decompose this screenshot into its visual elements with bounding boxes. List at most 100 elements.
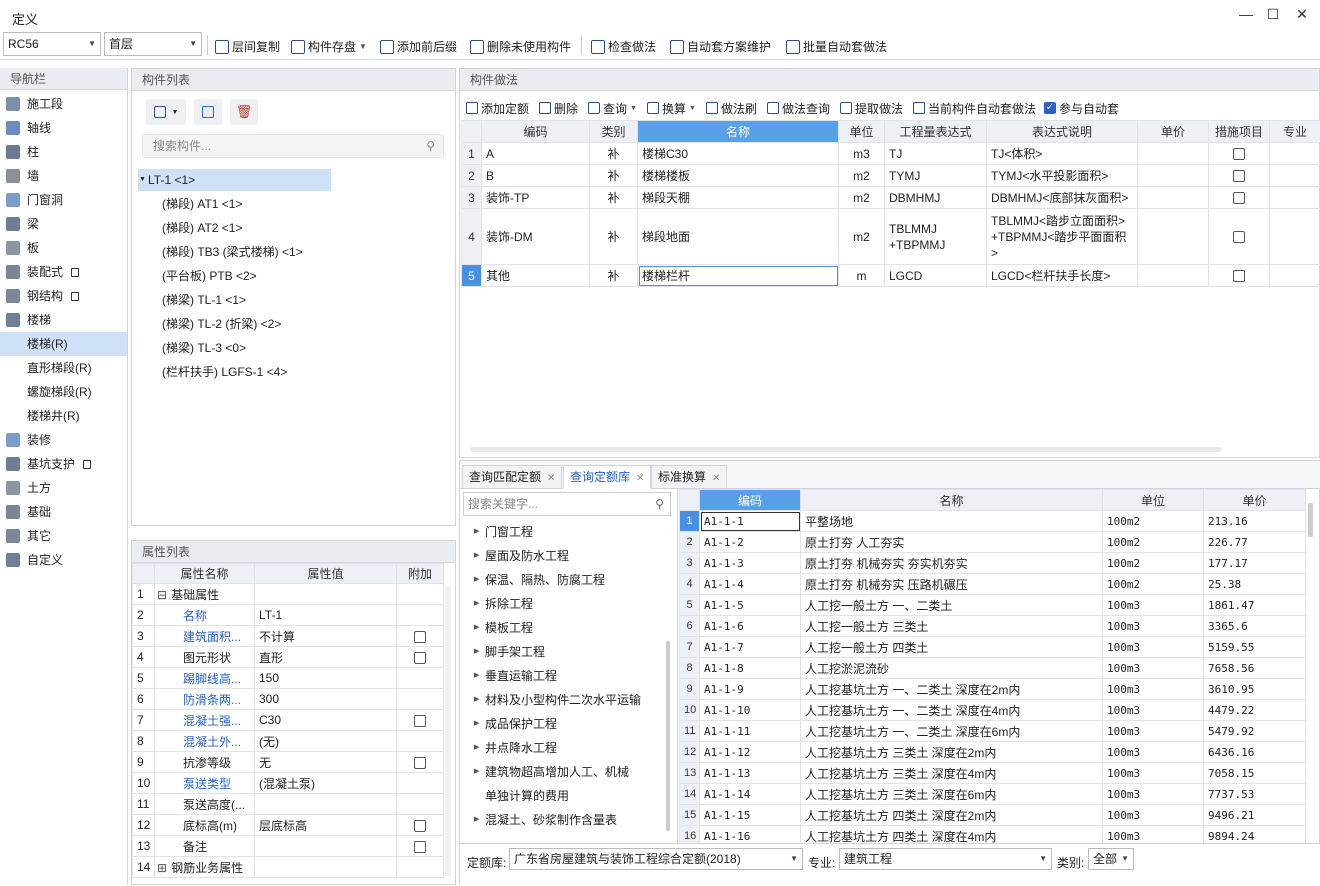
property-scrollbar[interactable] xyxy=(445,586,451,876)
quota-category[interactable]: ▶屋面及防水工程 xyxy=(460,544,674,568)
method-cell-code[interactable]: 其他 xyxy=(482,265,590,287)
quota-row[interactable]: 8A1-1-8人工挖淤泥流砂100m37658.56 xyxy=(680,658,1306,679)
quota-cell-price[interactable]: 1861.47 xyxy=(1204,595,1306,616)
tree-node[interactable]: (栏杆扶手) LGFS-1 <4> xyxy=(162,361,287,383)
method-cell-type[interactable]: 补 xyxy=(590,165,638,187)
spec-select[interactable]: RC56▼ xyxy=(3,32,101,56)
quota-cell-code[interactable]: A1-1-14 xyxy=(700,784,801,805)
checkbox[interactable] xyxy=(414,631,426,643)
tree-node[interactable]: (梯段) AT1 <1> xyxy=(162,193,242,215)
nav-item[interactable]: 门窗洞 xyxy=(0,188,127,212)
delete-component-button[interactable]: 🗑 xyxy=(230,99,258,125)
property-value[interactable]: (混凝土泵) xyxy=(255,773,397,794)
quota-cell-name[interactable]: 原土打夯 机械夯实 压路机碾压 xyxy=(801,574,1103,595)
close-button[interactable]: ✕ xyxy=(1292,6,1312,23)
nav-item[interactable]: 钢结构 xyxy=(0,284,127,308)
quota-cell-price[interactable]: 9496.21 xyxy=(1204,805,1306,826)
property-value[interactable]: 无 xyxy=(255,752,397,773)
quota-cell-unit[interactable]: 100m3 xyxy=(1103,784,1204,805)
quota-cell-code[interactable]: A1-1-2 xyxy=(700,532,801,553)
property-value[interactable]: (无) xyxy=(255,731,397,752)
extract-method-button[interactable]: 提取做法 xyxy=(840,100,903,117)
quota-category[interactable]: ▶拆除工程 xyxy=(460,592,674,616)
nav-item[interactable]: 装修 xyxy=(0,428,127,452)
method-cell-code[interactable]: B xyxy=(482,165,590,187)
method-hscrollbar[interactable] xyxy=(470,447,1222,452)
checkbox[interactable] xyxy=(1233,192,1245,204)
quota-row[interactable]: 13A1-1-13人工挖基坑土方 三类土 深度在4m内100m37058.15 xyxy=(680,763,1306,784)
nav-item[interactable]: 直形梯段(R) xyxy=(0,356,127,380)
quota-category[interactable]: ▶建筑物超高增加人工、机械 xyxy=(460,760,674,784)
auto-scheme-button[interactable]: 自动套方案维护 xyxy=(670,38,771,55)
add-quota-button[interactable]: 添加定额 xyxy=(466,100,529,117)
quota-cell-name[interactable]: 平整场地 xyxy=(801,511,1103,532)
specialty-select[interactable]: 建筑工程▼ xyxy=(839,848,1052,870)
quota-cell-price[interactable]: 6436.16 xyxy=(1204,742,1306,763)
property-row[interactable]: 7混凝土强...C30 xyxy=(133,710,444,731)
method-cell-price[interactable] xyxy=(1138,209,1209,265)
quota-category[interactable]: ▶材料及小型构件二次水平运输 xyxy=(460,688,674,712)
method-cell-expr[interactable]: TJ xyxy=(885,143,987,165)
method-cell-price[interactable] xyxy=(1138,165,1209,187)
property-value[interactable]: 不计算 xyxy=(255,626,397,647)
quota-cell-price[interactable]: 213.16 xyxy=(1204,511,1306,532)
method-cell-specialty[interactable] xyxy=(1270,143,1320,165)
property-value[interactable]: 300 xyxy=(255,689,397,710)
query-button[interactable]: 查询▼ xyxy=(588,100,637,117)
quota-cell-unit[interactable]: 100m2 xyxy=(1103,511,1204,532)
checkbox[interactable] xyxy=(414,841,426,853)
quota-cell-code[interactable]: A1-1-1 xyxy=(700,511,801,532)
quota-cell-name[interactable]: 人工挖基坑土方 一、二类土 深度在2m内 xyxy=(801,679,1103,700)
checkbox[interactable] xyxy=(414,757,426,769)
delete-button[interactable]: 删除 xyxy=(539,100,578,117)
quota-cell-name[interactable]: 人工挖一般土方 一、二类土 xyxy=(801,595,1103,616)
quota-cell-unit[interactable]: 100m3 xyxy=(1103,700,1204,721)
method-cell-desc[interactable]: DBMHMJ<底部抹灰面积> xyxy=(987,187,1138,209)
method-cell-unit[interactable]: m xyxy=(839,265,885,287)
checkbox[interactable] xyxy=(1233,170,1245,182)
minimize-button[interactable]: — xyxy=(1236,6,1256,22)
property-row[interactable]: 14⊞钢筋业务属性 xyxy=(133,857,444,878)
method-cell-unit[interactable]: m2 xyxy=(839,187,885,209)
property-value[interactable]: LT-1 xyxy=(255,605,397,626)
property-value[interactable]: 直形 xyxy=(255,647,397,668)
quota-cell-code[interactable]: A1-1-7 xyxy=(700,637,801,658)
quota-category[interactable]: ▶混凝土、砂浆制作含量表 xyxy=(460,808,674,832)
tree-node[interactable]: (梯段) AT2 <1> xyxy=(162,217,242,239)
quota-cell-price[interactable]: 7058.15 xyxy=(1204,763,1306,784)
close-tab-icon[interactable]: ✕ xyxy=(636,473,644,484)
quota-cell-price[interactable]: 3365.6 xyxy=(1204,616,1306,637)
quota-cell-code[interactable]: A1-1-12 xyxy=(700,742,801,763)
quota-row[interactable]: 10A1-1-10人工挖基坑土方 一、二类土 深度在4m内100m34479.2… xyxy=(680,700,1306,721)
method-row[interactable]: 3装饰-TP补梯段天棚m2DBMHMJDBMHMJ<底部抹灰面积> xyxy=(462,187,1320,209)
quota-scrollbar[interactable] xyxy=(1308,503,1313,537)
property-value[interactable] xyxy=(255,794,397,815)
quota-row[interactable]: 11A1-1-11人工挖基坑土方 一、二类土 深度在6m内100m35479.9… xyxy=(680,721,1306,742)
method-cell-name[interactable]: 楼梯C30 xyxy=(638,143,839,165)
quota-cell-price[interactable]: 25.38 xyxy=(1204,574,1306,595)
property-value[interactable]: 150 xyxy=(255,668,397,689)
quota-cell-code[interactable]: A1-1-11 xyxy=(700,721,801,742)
copy-component-button[interactable] xyxy=(194,99,222,125)
quota-cell-price[interactable]: 3610.95 xyxy=(1204,679,1306,700)
quota-cell-name[interactable]: 人工挖淤泥流砂 xyxy=(801,658,1103,679)
quota-cell-unit[interactable]: 100m3 xyxy=(1103,721,1204,742)
property-row[interactable]: 2名称LT-1 xyxy=(133,605,444,626)
quota-category[interactable]: ▶脚手架工程 xyxy=(460,640,674,664)
quota-cell-unit[interactable]: 100m3 xyxy=(1103,763,1204,784)
quota-cell-code[interactable]: A1-1-13 xyxy=(700,763,801,784)
property-row[interactable]: 11泵送高度(... xyxy=(133,794,444,815)
quota-row[interactable]: 7A1-1-7人工挖一般土方 四类土100m35159.55 xyxy=(680,637,1306,658)
floor-select[interactable]: 首层▼ xyxy=(104,32,202,56)
method-cell-name[interactable]: 梯段地面 xyxy=(638,209,839,265)
property-value[interactable] xyxy=(255,857,397,878)
quota-row[interactable]: 15A1-1-15人工挖基坑土方 四类土 深度在2m内100m39496.21 xyxy=(680,805,1306,826)
nav-item[interactable]: 板 xyxy=(0,236,127,260)
method-cell-expr[interactable]: TYMJ xyxy=(885,165,987,187)
nav-item[interactable]: 装配式 xyxy=(0,260,127,284)
method-row[interactable]: 1A补楼梯C30m3TJTJ<体积> xyxy=(462,143,1320,165)
nav-item[interactable]: 基础 xyxy=(0,500,127,524)
add-prefix-suffix-button[interactable]: 添加前后缀 xyxy=(380,38,457,55)
property-row[interactable]: 4图元形状直形 xyxy=(133,647,444,668)
quota-cell-code[interactable]: A1-1-15 xyxy=(700,805,801,826)
